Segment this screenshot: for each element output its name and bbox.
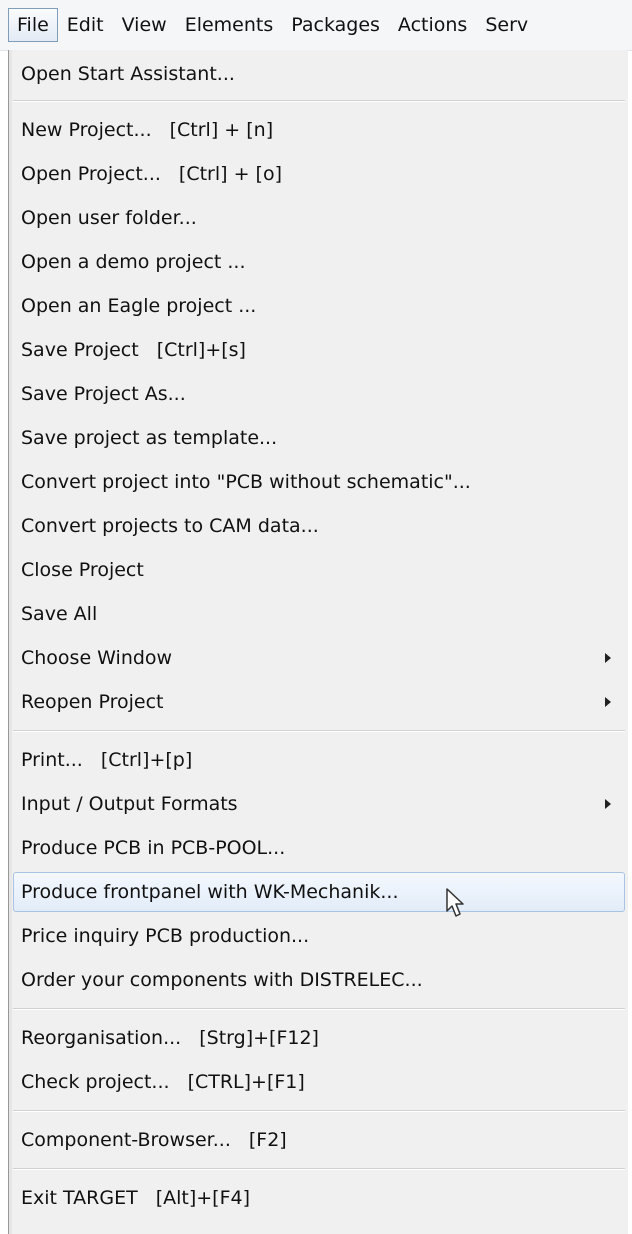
menu-item-check-project[interactable]: Check project... [CTRL]+[F1] bbox=[13, 1062, 625, 1102]
menu-item-save-all[interactable]: Save All bbox=[13, 594, 625, 634]
menu-item-component-browser[interactable]: Component-Browser... [F2] bbox=[13, 1120, 625, 1160]
menu-separator bbox=[13, 1110, 625, 1112]
menu-edit[interactable]: Edit bbox=[58, 8, 113, 42]
menu-item-price-inquiry[interactable]: Price inquiry PCB production... bbox=[13, 916, 625, 956]
menu-item-label: Reorganisation... bbox=[21, 1027, 182, 1049]
menu-item-input-output-formats[interactable]: Input / Output Formats bbox=[13, 784, 625, 824]
menu-item-label: Save All bbox=[21, 603, 98, 625]
menu-view[interactable]: View bbox=[113, 8, 176, 42]
arrow-pointer-icon bbox=[446, 888, 464, 917]
menu-item-label: Price inquiry PCB production... bbox=[21, 925, 310, 947]
menu-item-new-project[interactable]: New Project... [Ctrl] + [n] bbox=[13, 110, 625, 150]
menu-item-label: Component-Browser... bbox=[21, 1129, 231, 1151]
menu-item-label: Close Project bbox=[21, 559, 144, 581]
menu-item-print[interactable]: Print... [Ctrl]+[p] bbox=[13, 740, 625, 780]
menu-bar: File Edit View Elements Packages Actions… bbox=[0, 0, 632, 51]
menu-item-produce-frontpanel[interactable]: Produce frontpanel with WK-Mechanik... bbox=[13, 872, 625, 912]
menu-item-label: Open Start Assistant... bbox=[21, 63, 235, 85]
menu-item-shortcut: [Ctrl] + [o] bbox=[178, 163, 283, 185]
menu-item-label: Produce frontpanel with WK-Mechanik... bbox=[21, 881, 399, 903]
submenu-arrow-icon bbox=[605, 799, 611, 809]
menu-item-label: Order your components with DISTRELEC... bbox=[21, 969, 423, 991]
menu-file[interactable]: File bbox=[8, 8, 58, 42]
menu-item-reorganisation[interactable]: Reorganisation... [Strg]+[F12] bbox=[13, 1018, 625, 1058]
menu-elements[interactable]: Elements bbox=[176, 8, 283, 42]
menu-item-label: Open Project... bbox=[21, 163, 161, 185]
menu-item-label: New Project... bbox=[21, 119, 152, 141]
menu-item-label: Open a demo project ... bbox=[21, 251, 246, 273]
menu-actions[interactable]: Actions bbox=[389, 8, 476, 42]
menu-service[interactable]: Serv bbox=[476, 8, 537, 42]
menu-item-produce-pcb-pool[interactable]: Produce PCB in PCB-POOL... bbox=[13, 828, 625, 868]
menu-item-label: Exit TARGET bbox=[21, 1187, 138, 1209]
menu-packages[interactable]: Packages bbox=[282, 8, 389, 42]
menu-item-exit-target[interactable]: Exit TARGET [Alt]+[F4] bbox=[13, 1178, 625, 1218]
menu-gutter bbox=[9, 50, 12, 1234]
menu-item-choose-window[interactable]: Choose Window bbox=[13, 638, 625, 678]
menu-separator bbox=[13, 1008, 625, 1010]
menu-item-close-project[interactable]: Close Project bbox=[13, 550, 625, 590]
menu-item-shortcut: [Ctrl] + [n] bbox=[169, 119, 274, 141]
menu-item-convert-projects-cam[interactable]: Convert projects to CAM data... bbox=[13, 506, 625, 546]
menu-item-label: Convert project into "PCB without schema… bbox=[21, 471, 471, 493]
menu-item-label: Input / Output Formats bbox=[21, 793, 238, 815]
menu-item-order-components[interactable]: Order your components with DISTRELEC... bbox=[13, 960, 625, 1000]
menu-item-open-eagle-project[interactable]: Open an Eagle project ... bbox=[13, 286, 625, 326]
menu-item-label: Convert projects to CAM data... bbox=[21, 515, 319, 537]
menu-item-label: Save Project bbox=[21, 339, 139, 361]
menu-item-label: Open user folder... bbox=[21, 207, 197, 229]
menu-item-label: Reopen Project bbox=[21, 691, 164, 713]
menu-item-shortcut: [Alt]+[F4] bbox=[155, 1187, 251, 1209]
menu-item-label: Save Project As... bbox=[21, 383, 186, 405]
menu-separator bbox=[13, 730, 625, 732]
submenu-arrow-icon bbox=[605, 653, 611, 663]
menu-separator bbox=[13, 1168, 625, 1170]
menu-item-open-start-assistant[interactable]: Open Start Assistant... bbox=[13, 54, 625, 94]
menu-item-label: Check project... bbox=[21, 1071, 170, 1093]
menu-item-open-user-folder[interactable]: Open user folder... bbox=[13, 198, 625, 238]
menu-item-shortcut: [CTRL]+[F1] bbox=[187, 1071, 305, 1093]
menu-item-save-project[interactable]: Save Project [Ctrl]+[s] bbox=[13, 330, 625, 370]
menu-item-label: Print... bbox=[21, 749, 83, 771]
menu-item-label: Produce PCB in PCB-POOL... bbox=[21, 837, 286, 859]
menu-item-label: Save project as template... bbox=[21, 427, 278, 449]
menu-item-shortcut: [F2] bbox=[248, 1129, 287, 1151]
menu-item-save-project-as-template[interactable]: Save project as template... bbox=[13, 418, 625, 458]
menu-item-reopen-project[interactable]: Reopen Project bbox=[13, 682, 625, 722]
menu-item-shortcut: [Ctrl]+[p] bbox=[100, 749, 193, 771]
menu-item-save-project-as[interactable]: Save Project As... bbox=[13, 374, 625, 414]
menu-item-open-demo-project[interactable]: Open a demo project ... bbox=[13, 242, 625, 282]
menu-separator bbox=[13, 100, 625, 102]
menu-item-open-project[interactable]: Open Project... [Ctrl] + [o] bbox=[13, 154, 625, 194]
menu-item-label: Open an Eagle project ... bbox=[21, 295, 257, 317]
screen: File Edit View Elements Packages Actions… bbox=[0, 0, 632, 1234]
menu-item-convert-project-pcb[interactable]: Convert project into "PCB without schema… bbox=[13, 462, 625, 502]
file-menu-dropdown: Open Start Assistant... New Project... [C… bbox=[8, 50, 628, 1234]
menu-item-shortcut: [Ctrl]+[s] bbox=[156, 339, 246, 361]
submenu-arrow-icon bbox=[605, 697, 611, 707]
menu-item-shortcut: [Strg]+[F12] bbox=[199, 1027, 319, 1049]
menu-item-label: Choose Window bbox=[21, 647, 173, 669]
